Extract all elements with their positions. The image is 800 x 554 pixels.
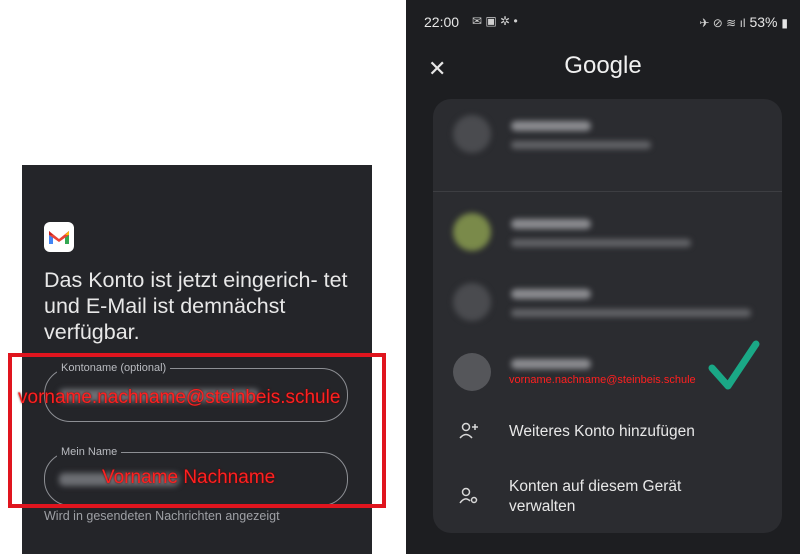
- overlay-selected-email: vorname.nachname@steinbeis.schule: [509, 374, 696, 386]
- account-email-blurred: [511, 239, 691, 247]
- avatar: [453, 283, 491, 321]
- account-picker-screen: 22:00 ✉ ▣ ✲ • ✈ ⊘ ≋ ıl 53% ▮ ✕ Google We…: [406, 0, 800, 554]
- avatar: [453, 213, 491, 251]
- google-title: Google: [564, 52, 642, 79]
- add-account-item[interactable]: Weiteres Konto hinzufügen: [433, 419, 782, 447]
- gmail-logo-icon: [44, 222, 74, 252]
- accounts-card: Weiteres Konto hinzufügen Konten auf die…: [433, 99, 782, 533]
- avatar: [453, 353, 491, 391]
- battery-percent: 53%: [749, 14, 778, 30]
- notification-icons: ✉ ▣ ✲ •: [472, 14, 518, 28]
- add-account-label: Weiteres Konto hinzufügen: [509, 423, 695, 440]
- account-name-blurred: [511, 219, 591, 229]
- account-name-blurred: [511, 359, 591, 369]
- account-row-3[interactable]: [433, 267, 782, 337]
- signal-icons: ✈ ⊘ ≋ ıl: [699, 16, 746, 30]
- account-row-2[interactable]: [433, 197, 782, 267]
- account-name-blurred: [511, 121, 591, 131]
- status-time: 22:00: [424, 14, 460, 30]
- account-name-blurred: [511, 289, 591, 299]
- account-email-blurred: [511, 141, 651, 149]
- battery-icon: ▮: [781, 16, 788, 30]
- manage-accounts-item[interactable]: Konten auf diesem Gerät verwalten: [433, 475, 782, 519]
- page-title: Das Konto ist jetzt eingerich- tet und E…: [44, 268, 348, 344]
- helper-text: Wird in gesendeten Nachrichten angezeigt: [44, 509, 280, 523]
- manage-accounts-label: Konten auf diesem Gerät verwalten: [509, 478, 682, 515]
- divider: [433, 191, 782, 192]
- avatar: [453, 115, 491, 153]
- checkmark-icon: [708, 340, 760, 390]
- overlay-name-text: Vorname Nachname: [102, 467, 276, 488]
- overlay-email-text: vorname.nachname@steinbeis.schule: [18, 387, 341, 408]
- status-right: ✈ ⊘ ≋ ıl 53% ▮: [699, 14, 788, 30]
- account-email-blurred: [511, 309, 751, 317]
- manage-accounts-icon: [459, 487, 479, 510]
- account-row-1[interactable]: [433, 99, 782, 169]
- add-person-icon: [459, 422, 479, 445]
